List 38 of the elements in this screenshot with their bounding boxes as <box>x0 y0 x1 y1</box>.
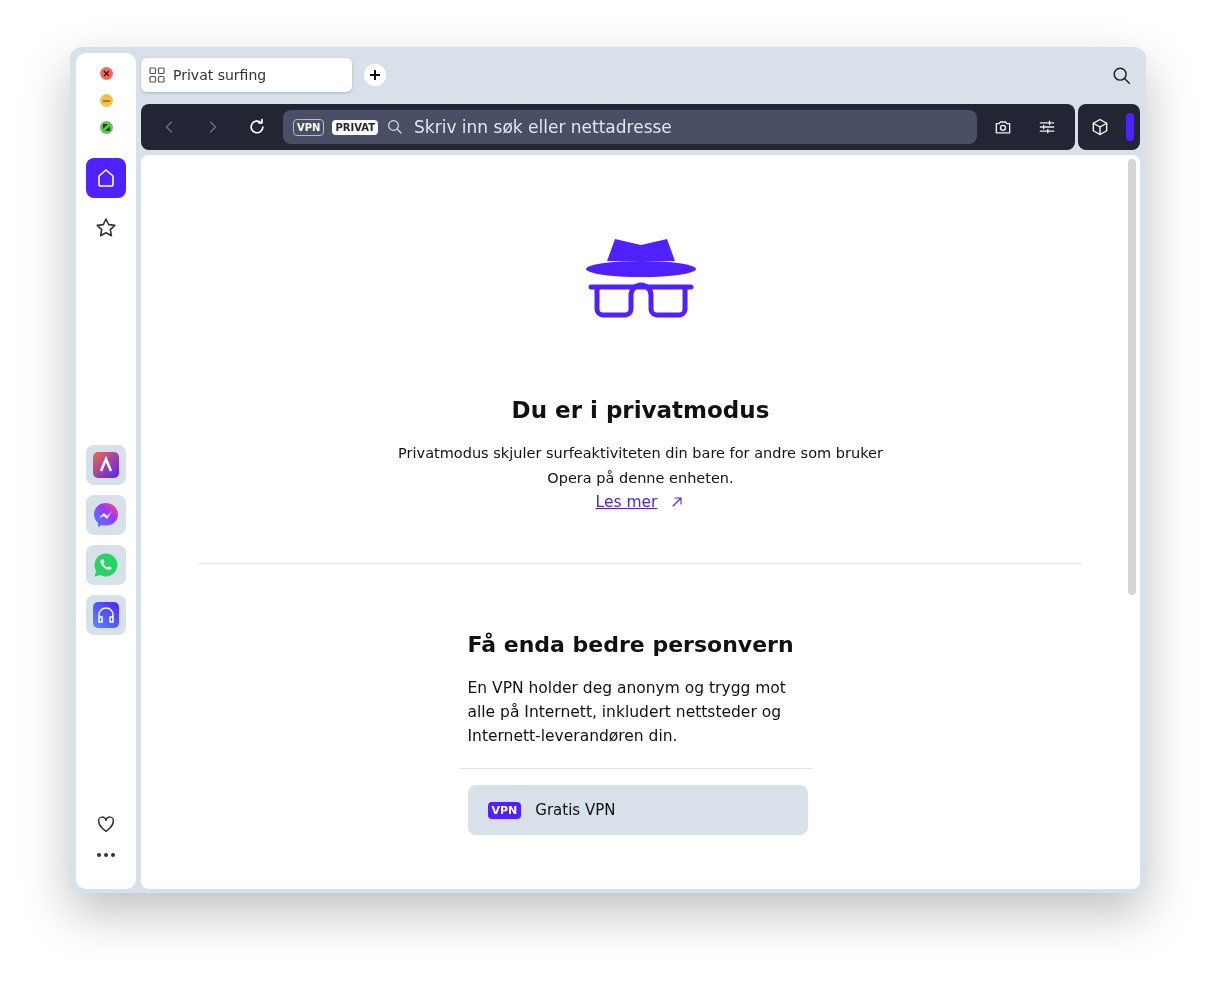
cube-icon <box>1090 117 1110 137</box>
messenger-icon <box>93 502 119 528</box>
headphones-app-icon <box>93 602 119 628</box>
aria-app-icon <box>93 452 119 478</box>
scrollbar[interactable] <box>1128 159 1136 595</box>
tab-grid-icon <box>149 67 165 83</box>
search-icon <box>1111 65 1133 87</box>
fullscreen-icon <box>102 124 110 131</box>
phone-chat-icon <box>93 552 119 578</box>
plus-icon <box>369 69 381 81</box>
sidebar-handle[interactable] <box>1126 113 1134 141</box>
read-more-link[interactable]: Les mer <box>595 491 686 513</box>
browser-tab[interactable]: Privat surfing <box>141 58 352 92</box>
home-button[interactable] <box>86 158 126 198</box>
zoom-window-button[interactable] <box>99 121 113 134</box>
music-button[interactable] <box>86 595 126 635</box>
private-mode-description: Privatmodus skjuler surfeaktiviteten din bare for andre som bruker Opera på denne enheten. <box>397 444 884 488</box>
minimize-window-button[interactable] <box>99 94 113 107</box>
page-title: Du er i privatmodus <box>511 397 770 423</box>
messenger-button[interactable] <box>86 495 126 535</box>
heart-icon <box>95 813 117 835</box>
minimize-icon <box>102 99 110 102</box>
more-icon <box>97 853 115 857</box>
section-title: Få enda bedre personvern <box>467 631 795 659</box>
vpn-description: En VPN holder deg anonym og trygg mot alle på Internett, inkludert nettsteder og Internett-leverandøren din. <box>467 678 787 747</box>
tab-title: Privat surfing <box>173 67 267 83</box>
private-badge[interactable]: PRIVAT <box>332 119 379 135</box>
extensions-button[interactable] <box>1090 117 1110 137</box>
vpn-badge: VPN <box>487 801 522 819</box>
reload-icon <box>247 117 267 137</box>
free-vpn-button[interactable]: VPN Gratis VPN <box>467 785 808 835</box>
address-field[interactable]: VPN PRIVAT Skriv inn søk eller nettadresse <box>283 110 977 144</box>
star-icon <box>94 216 118 240</box>
vpn-badge[interactable]: VPN <box>293 118 325 136</box>
aria-button[interactable] <box>86 445 126 485</box>
close-window-button[interactable] <box>99 67 113 80</box>
new-tab-button[interactable] <box>364 64 386 86</box>
close-icon <box>102 70 110 77</box>
